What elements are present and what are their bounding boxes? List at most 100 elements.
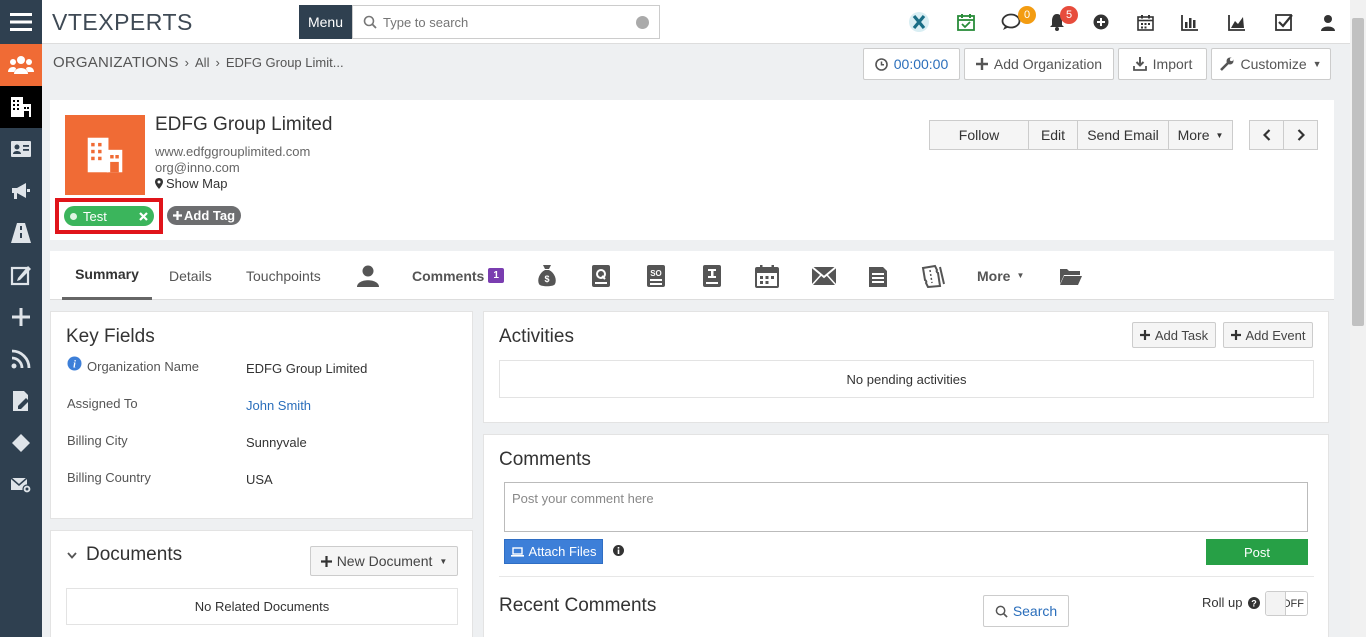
user-profile-icon[interactable] <box>1317 11 1339 33</box>
field-label-billing-country: Billing Country <box>67 470 151 485</box>
sidebar-item-contacts-module[interactable] <box>0 44 42 86</box>
attach-files-button[interactable]: Attach Files <box>504 539 603 564</box>
tab-calendar[interactable] <box>755 251 779 300</box>
search-comments-button[interactable]: Search <box>983 595 1069 627</box>
add-circle-icon[interactable] <box>1090 11 1112 33</box>
tag-dot-icon <box>70 212 77 220</box>
add-event-button[interactable]: Add Event <box>1223 322 1313 348</box>
next-record-button[interactable] <box>1283 120 1318 150</box>
documents-title: Documents <box>86 544 183 565</box>
chevron-left-icon <box>1262 129 1271 141</box>
add-tag-button[interactable]: Add Tag <box>167 206 241 225</box>
follow-button[interactable]: Follow <box>929 120 1029 150</box>
tab-emails[interactable] <box>811 251 837 300</box>
roll-up-toggle[interactable]: OFF <box>1265 591 1308 616</box>
new-document-label: New Document <box>336 553 433 569</box>
field-value-assigned-to[interactable]: John Smith <box>246 398 311 413</box>
menu-button[interactable]: Menu <box>299 5 352 39</box>
tab-comments[interactable]: Comments 1 <box>412 251 504 300</box>
customize-button[interactable]: Customize ▼ <box>1211 48 1331 80</box>
chevron-right-icon: › <box>184 55 190 70</box>
sidebar-item-organizations[interactable] <box>0 86 42 128</box>
divider <box>499 576 1314 577</box>
sidebar-item-diamond[interactable] <box>0 422 42 464</box>
field-value-billing-city[interactable]: Sunnyvale <box>246 435 307 450</box>
sidebar-item-road[interactable] <box>0 212 42 254</box>
activities-title: Activities <box>499 326 574 347</box>
breadcrumb-module[interactable]: ORGANIZATIONS <box>53 54 179 71</box>
tag-test[interactable]: Test <box>64 206 154 226</box>
vtexperts-x-icon[interactable] <box>908 11 930 33</box>
top-navbar: VTEXPERTS Menu 0 5 <box>0 0 1350 44</box>
tab-contacts[interactable] <box>356 251 380 300</box>
add-task-button[interactable]: Add Task <box>1132 322 1216 348</box>
sidebar-item-contacts-card[interactable] <box>0 128 42 170</box>
remove-tag-icon[interactable] <box>139 211 148 221</box>
contact-card-icon <box>10 140 32 158</box>
sidebar-item-add[interactable] <box>0 296 42 338</box>
tab-tickets[interactable] <box>921 251 945 300</box>
new-document-button[interactable]: New Document ▼ <box>310 546 458 576</box>
tab-invoices[interactable] <box>702 251 722 300</box>
plus-icon <box>11 307 31 327</box>
info-icon: i <box>67 356 82 371</box>
sidebar-item-edit[interactable] <box>0 254 42 296</box>
import-button[interactable]: Import <box>1118 48 1207 80</box>
show-map-link[interactable]: Show Map <box>155 176 227 191</box>
tab-touchpoints[interactable]: Touchpoints <box>246 251 321 300</box>
field-value-organization-name[interactable]: EDFG Group Limited <box>246 361 367 376</box>
sidebar-item-campaigns[interactable] <box>0 170 42 212</box>
tab-opportunities[interactable]: $ <box>536 251 558 300</box>
comment-textarea[interactable]: Post your comment here <box>504 482 1308 532</box>
clock-icon <box>874 57 888 71</box>
calendar-icon[interactable] <box>1134 11 1156 33</box>
notifications-badge: 5 <box>1060 6 1078 24</box>
vtexperts-logo[interactable]: VTEXPERTS <box>52 9 193 36</box>
more-actions-button[interactable]: More ▼ <box>1168 120 1233 150</box>
tab-details[interactable]: Details <box>169 251 212 300</box>
field-value-billing-country[interactable]: USA <box>246 472 273 487</box>
hamburger-menu-icon[interactable] <box>0 0 42 44</box>
organization-avatar <box>65 115 145 195</box>
sidebar-item-rss[interactable] <box>0 338 42 380</box>
post-comment-button[interactable]: Post <box>1206 539 1308 565</box>
tab-sales-orders[interactable]: SO <box>646 251 666 300</box>
add-task-label: Add Task <box>1154 327 1209 343</box>
help-icon[interactable]: ? <box>1248 596 1261 609</box>
svg-text:SO: SO <box>650 269 662 278</box>
breadcrumb-filter[interactable]: All <box>195 55 209 70</box>
tab-documents[interactable] <box>868 251 888 300</box>
tasks-check-icon[interactable] <box>1273 11 1295 33</box>
search-dropdown-icon[interactable] <box>636 16 649 29</box>
users-group-icon <box>8 55 34 75</box>
scrollbar-thumb[interactable] <box>1352 18 1364 326</box>
send-email-button[interactable]: Send Email <box>1077 120 1169 150</box>
record-website[interactable]: www.edfggrouplimited.com <box>155 144 310 159</box>
search-icon <box>995 605 1008 618</box>
calendar-check-icon[interactable] <box>955 11 977 33</box>
add-tag-label: Add Tag <box>183 208 236 223</box>
global-search[interactable] <box>352 5 660 39</box>
chevron-down-icon[interactable] <box>67 552 77 559</box>
more-actions-label: More <box>1177 127 1210 143</box>
edit-button[interactable]: Edit <box>1028 120 1078 150</box>
info-icon[interactable] <box>613 545 624 556</box>
bar-chart-icon[interactable] <box>1179 11 1201 33</box>
ticket-icon <box>921 264 945 288</box>
add-organization-button[interactable]: Add Organization <box>964 48 1114 80</box>
previous-record-button[interactable] <box>1249 120 1284 150</box>
search-input[interactable] <box>383 14 633 30</box>
area-chart-icon[interactable] <box>1226 11 1248 33</box>
sidebar-item-documents[interactable] <box>0 380 42 422</box>
caret-down-icon: ▼ <box>1312 59 1322 69</box>
sidebar-item-mail-settings[interactable] <box>0 464 42 506</box>
tag-label: Test <box>83 208 107 224</box>
timer-button[interactable]: 00:00:00 <box>863 48 960 80</box>
activities-panel: Activities Add Task Add Event No pending… <box>483 311 1329 423</box>
tab-more[interactable]: More ▼ <box>977 251 1024 300</box>
tab-quotes[interactable] <box>591 251 611 300</box>
tab-folders[interactable] <box>1059 251 1083 300</box>
tab-summary[interactable]: Summary <box>62 251 152 300</box>
record-email[interactable]: org@inno.com <box>155 160 240 175</box>
contact-icon <box>356 264 380 288</box>
